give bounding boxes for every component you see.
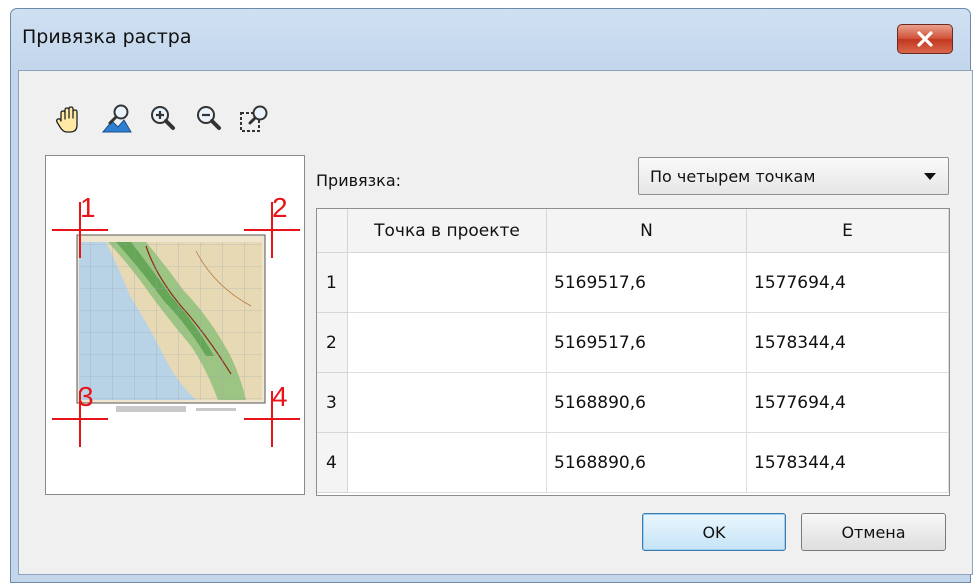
marker-label-4: 4	[272, 381, 288, 412]
chevron-down-icon	[924, 173, 936, 180]
cell-e[interactable]: 1577694,4	[747, 253, 949, 313]
column-header-e[interactable]: E	[747, 209, 949, 253]
column-header-n[interactable]: N	[547, 209, 747, 253]
cell-project-point[interactable]	[348, 433, 547, 493]
cell-n[interactable]: 5168890,6	[547, 433, 747, 493]
zoom-extent-icon[interactable]	[99, 101, 135, 137]
marker-label-1: 1	[80, 192, 96, 223]
table-row[interactable]: 1 5169517,6 1577694,4	[317, 253, 949, 313]
row-number[interactable]: 3	[317, 373, 348, 433]
binding-label: Привязка:	[316, 171, 402, 190]
table-row[interactable]: 2 5169517,6 1578344,4	[317, 313, 949, 373]
cell-e[interactable]: 1577694,4	[747, 373, 949, 433]
cell-project-point[interactable]	[348, 373, 547, 433]
row-number[interactable]: 4	[317, 433, 348, 493]
cell-project-point[interactable]	[348, 313, 547, 373]
points-table[interactable]: Точка в проекте N E 1 5169517,6 1577694,…	[316, 208, 950, 496]
cell-e[interactable]: 1578344,4	[747, 433, 949, 493]
table-row[interactable]: 4 5168890,6 1578344,4	[317, 433, 949, 493]
table-corner-header	[317, 209, 348, 253]
marker-label-2: 2	[272, 192, 288, 223]
row-number[interactable]: 2	[317, 313, 348, 373]
row-number[interactable]: 1	[317, 253, 348, 313]
zoom-window-icon[interactable]	[236, 101, 272, 137]
binding-method-value: По четырем точкам	[650, 167, 816, 186]
close-icon	[917, 31, 933, 47]
column-header-project-point[interactable]: Точка в проекте	[348, 209, 547, 253]
binding-method-select[interactable]: По четырем точкам	[638, 157, 949, 195]
close-button[interactable]	[897, 24, 953, 54]
cell-e[interactable]: 1578344,4	[747, 313, 949, 373]
cancel-button[interactable]: Отмена	[801, 513, 946, 551]
zoom-out-icon[interactable]	[191, 101, 227, 137]
raster-preview[interactable]: 1 2 3 4	[45, 155, 305, 495]
ok-button[interactable]: OK	[642, 513, 786, 551]
cell-n[interactable]: 5169517,6	[547, 313, 747, 373]
cell-n[interactable]: 5169517,6	[547, 253, 747, 313]
window-title: Привязка растра	[22, 26, 192, 48]
marker-label-3: 3	[78, 381, 94, 412]
cell-n[interactable]: 5168890,6	[547, 373, 747, 433]
zoom-in-icon[interactable]	[145, 101, 181, 137]
cell-project-point[interactable]	[348, 253, 547, 313]
table-row[interactable]: 3 5168890,6 1577694,4	[317, 373, 949, 433]
hand-pan-icon[interactable]	[51, 101, 87, 137]
